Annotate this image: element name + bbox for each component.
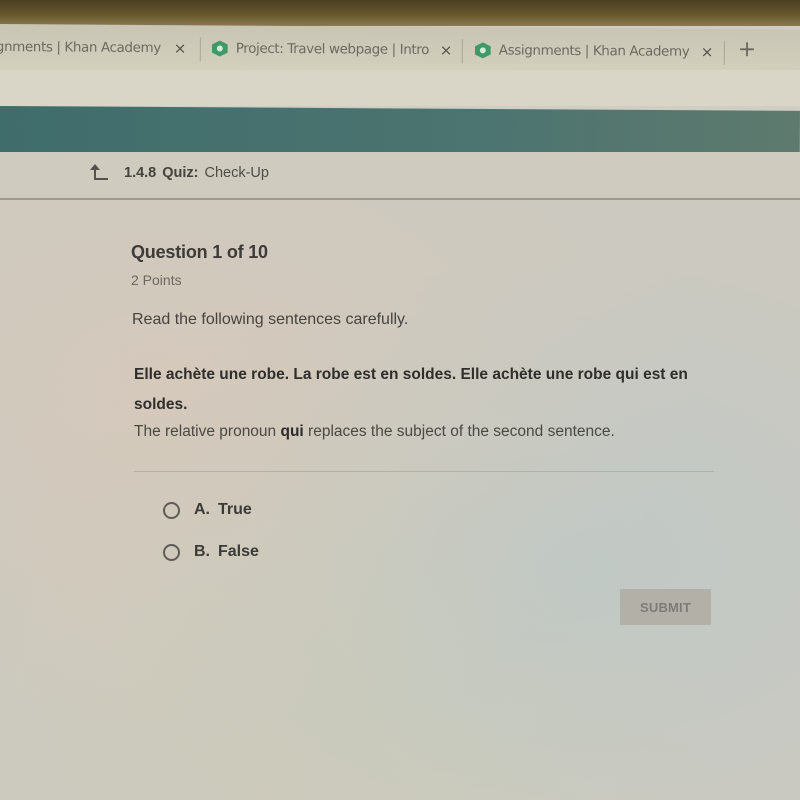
statement-bold-term: qui (280, 423, 304, 440)
french-sentences: Elle achète une robe. La robe est en sol… (134, 366, 688, 413)
tab-separator (461, 39, 463, 64)
breadcrumb-bar: 1.4.8 Quiz: Check-Up (0, 152, 800, 200)
breadcrumb: 1.4.8 Quiz: Check-Up (90, 164, 269, 182)
question-points: 2 Points (131, 272, 182, 288)
new-tab-button[interactable]: + (738, 37, 757, 62)
radio-button[interactable] (163, 543, 180, 561)
option-text: True (218, 501, 252, 518)
option-text: False (218, 543, 259, 560)
quiz-content: Question 1 of 10 2 Points Read the follo… (0, 200, 800, 800)
statement-text: replaces the subject of the second sente… (303, 423, 615, 440)
divider (134, 471, 714, 472)
submit-button[interactable]: SUBMIT (620, 589, 711, 625)
tab-title: Assignments | Khan Academy (498, 42, 690, 60)
khan-academy-icon (475, 42, 491, 58)
tab-separator (723, 41, 725, 66)
browser-tab-assignments-1[interactable]: gnments | Khan Academy × (0, 32, 186, 63)
tab-separator (199, 37, 201, 62)
monitor-bezel (0, 0, 800, 26)
option-letter: A. (194, 501, 210, 518)
answer-option-true[interactable]: A. True (163, 501, 252, 519)
radio-button[interactable] (163, 501, 180, 519)
up-arrow-icon[interactable] (90, 164, 110, 182)
option-letter: B. (194, 543, 210, 560)
question-instruction: Read the following sentences carefully. (132, 311, 409, 328)
tab-title: gnments | Khan Academy (0, 38, 161, 57)
statement-text: The relative pronoun (134, 423, 281, 440)
question-statement: The relative pronoun qui replaces the su… (134, 423, 734, 441)
close-tab-icon[interactable]: × (440, 41, 452, 59)
close-tab-icon[interactable]: × (174, 39, 186, 57)
browser-toolbar (0, 70, 800, 106)
lesson-title: Check-Up (204, 165, 269, 181)
answer-option-false[interactable]: B. False (163, 543, 259, 561)
tab-title: Project: Travel webpage | Intro to (235, 40, 432, 59)
question-heading: Question 1 of 10 (131, 242, 268, 262)
browser-tab-strip: gnments | Khan Academy × Project: Travel… (0, 24, 800, 76)
lesson-type: Quiz: (162, 165, 199, 181)
lesson-number: 1.4.8 (124, 165, 157, 181)
site-header (0, 106, 800, 157)
browser-tab-project-travel[interactable]: Project: Travel webpage | Intro to × (212, 33, 452, 65)
close-tab-icon[interactable]: × (701, 43, 713, 61)
browser-tab-assignments-2[interactable]: Assignments | Khan Academy × (475, 35, 713, 66)
khan-academy-icon (212, 40, 228, 56)
